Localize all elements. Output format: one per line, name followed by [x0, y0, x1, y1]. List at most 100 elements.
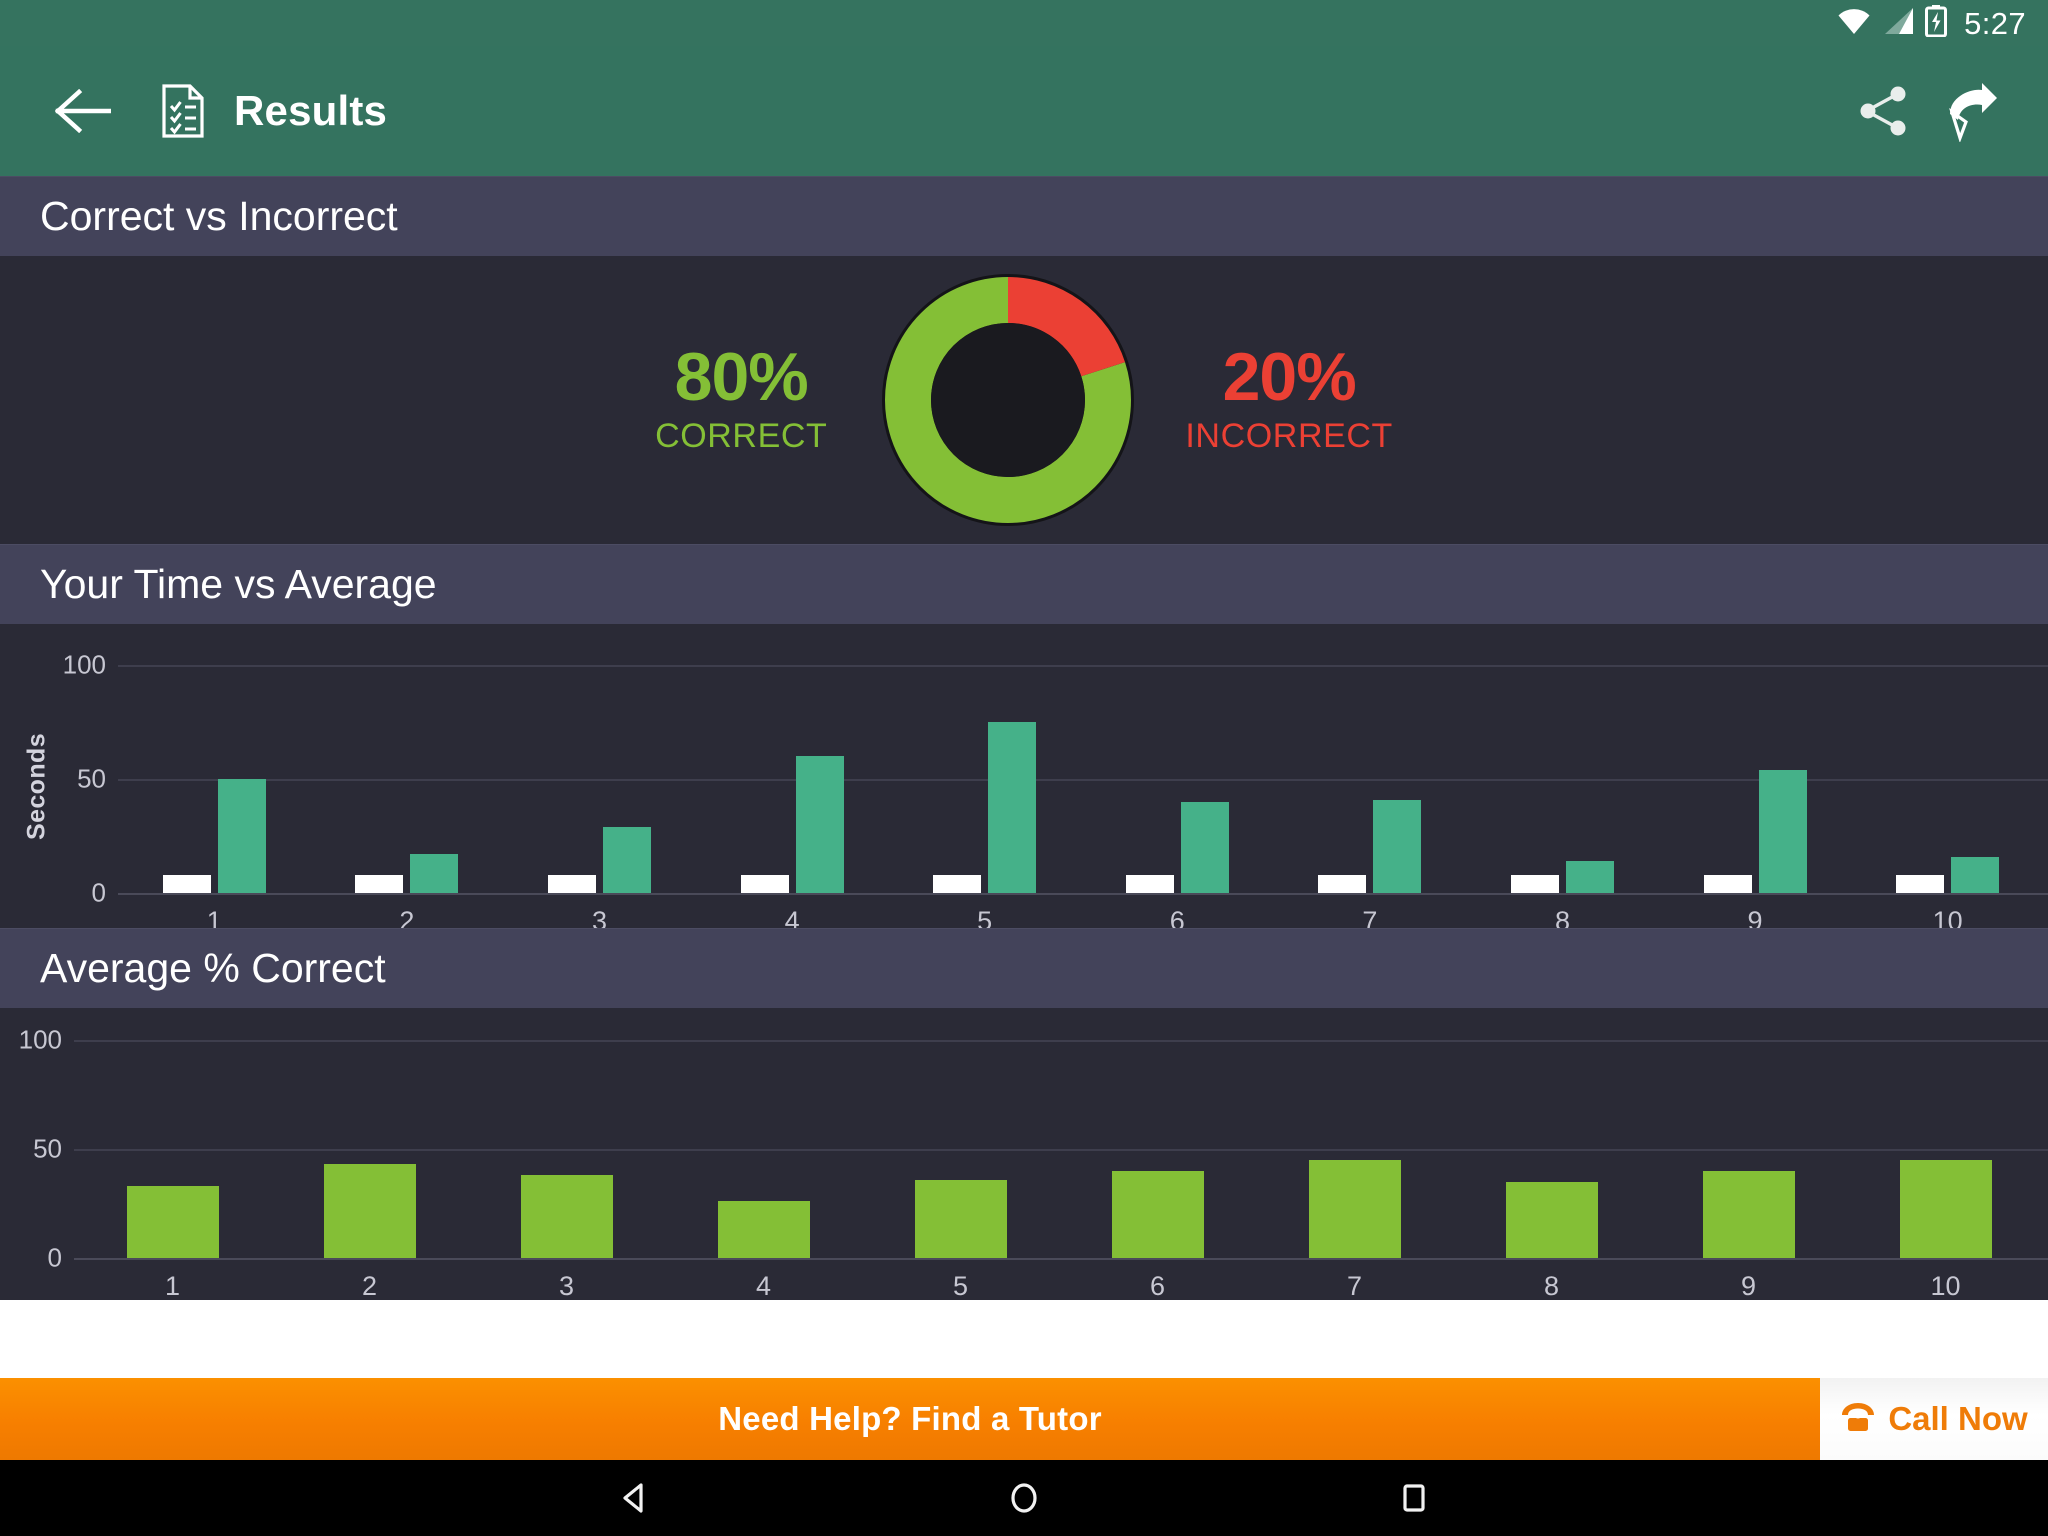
pct-x-axis-labels: 1 2 3 4 5 6 7 8 9 10: [74, 1271, 2044, 1302]
section-header-your-time-vs-average: Your Time vs Average: [0, 544, 2048, 624]
xlabel: 1: [164, 1271, 181, 1301]
app-bar: Results: [0, 46, 2048, 176]
pct-bar: [1505, 1181, 1598, 1258]
cell-signal-icon: [1882, 7, 1914, 40]
avg-bar: [1318, 874, 1367, 893]
bar-group-10: [1847, 1040, 2044, 1258]
battery-charging-icon: [1925, 4, 1948, 42]
pct-chart-plot: 100 50 0 1 2 3 4 5 6 7 8 9 10: [0, 1008, 2048, 1302]
incorrect-percent: 20%: [1222, 339, 1357, 415]
correct-label: CORRECT: [655, 417, 828, 455]
phone-icon: [1840, 1400, 1876, 1439]
section-title: Average % Correct: [40, 945, 386, 991]
xlabel: 9: [1740, 1271, 1757, 1301]
bar-group-8: [1453, 1040, 1650, 1258]
xlabel: 10: [1930, 1271, 1961, 1301]
bar-group-2: [311, 665, 504, 893]
pct-ytick-0: 0: [47, 1242, 62, 1273]
call-now-button[interactable]: Call Now: [1820, 1378, 2048, 1460]
average-pct-correct-chart: 100 50 0 1 2 3 4 5 6 7 8 9 10: [0, 1008, 2048, 1302]
app-root: 5:27 Results Correct vs Incorrect 80% CO…: [0, 0, 2048, 1536]
content-gap: [0, 1300, 2048, 1378]
time-ytick-50: 50: [77, 763, 106, 794]
avg-bar: [162, 874, 211, 893]
bar-group-3: [468, 1040, 665, 1258]
time-bar-group: [118, 665, 2044, 893]
pct-bar: [1308, 1159, 1401, 1258]
nav-home-icon[interactable]: [914, 1460, 1134, 1536]
incorrect-label: INCORRECT: [1185, 417, 1393, 455]
nav-recents-icon[interactable]: [1304, 1460, 1524, 1536]
pct-bar: [1111, 1170, 1204, 1258]
xlabel: 7: [1346, 1271, 1363, 1301]
your-bar: [1565, 861, 1614, 893]
avg-bar: [547, 874, 596, 893]
time-ytick-0: 0: [91, 877, 106, 908]
back-arrow-icon[interactable]: [52, 80, 114, 142]
pct-bar: [717, 1201, 810, 1258]
bar-group-8: [1466, 665, 1659, 893]
time-chart-plot: 100 50 0 Seconds 1 2 3 4 5 6 7 8 9 10: [0, 624, 2048, 936]
share-icon[interactable]: [1840, 68, 1926, 154]
your-time-vs-average-chart: 100 50 0 Seconds 1 2 3 4 5 6 7 8 9 10: [0, 624, 2048, 936]
pct-bar: [520, 1175, 613, 1258]
xlabel: 8: [1543, 1271, 1560, 1301]
bar-group-4: [665, 1040, 862, 1258]
document-checklist-icon: [158, 83, 208, 139]
pct-ytick-100: 100: [18, 1024, 62, 1055]
correct-percent: 80%: [674, 339, 809, 415]
xlabel: 6: [1149, 1271, 1166, 1301]
donut-graphic: [879, 271, 1137, 529]
status-time: 5:27: [1964, 5, 2026, 41]
your-bar: [988, 722, 1037, 893]
avg-bar: [355, 874, 404, 893]
bar-group-3: [503, 665, 696, 893]
xlabel: 4: [755, 1271, 772, 1301]
your-bar: [410, 854, 459, 893]
your-bar: [1951, 856, 2000, 893]
incorrect-stat: 20% INCORRECT: [1185, 341, 1393, 459]
bar-group-1: [74, 1040, 271, 1258]
bar-group-5: [862, 1040, 1059, 1258]
your-bar: [602, 826, 651, 893]
android-navigation-bar: [0, 1460, 2048, 1536]
your-bar: [1180, 801, 1229, 893]
bar-group-4: [696, 665, 889, 893]
avg-bar: [1510, 874, 1559, 893]
call-now-label: Call Now: [1888, 1400, 2028, 1437]
your-bar: [1373, 799, 1422, 893]
section-header-correct-vs-incorrect: Correct vs Incorrect: [0, 176, 2048, 256]
pct-bar: [914, 1179, 1007, 1258]
avg-bar: [933, 874, 982, 893]
avg-bar: [1703, 874, 1752, 893]
find-tutor-banner-body[interactable]: Need Help? Find a Tutor: [0, 1378, 1820, 1460]
nav-back-icon[interactable]: [524, 1460, 744, 1536]
pct-bar: [1702, 1170, 1795, 1258]
your-bar: [795, 756, 844, 893]
bar-group-6: [1059, 1040, 1256, 1258]
bar-group-9: [1659, 665, 1852, 893]
pct-bar: [126, 1186, 219, 1258]
section-header-average-pct-correct: Average % Correct: [0, 928, 2048, 1008]
xlabel: 3: [558, 1271, 575, 1301]
xlabel: 5: [952, 1271, 969, 1301]
section-title: Correct vs Incorrect: [40, 193, 398, 239]
avg-bar: [1896, 874, 1945, 893]
bar-group-6: [1081, 665, 1274, 893]
pct-ytick-50: 50: [33, 1133, 62, 1164]
pct-bar-group: [74, 1040, 2044, 1258]
tutor-ad-banner[interactable]: Need Help? Find a Tutor Call Now: [0, 1378, 2048, 1460]
bar-group-2: [271, 1040, 468, 1258]
banner-text: Need Help? Find a Tutor: [718, 1400, 1102, 1437]
status-bar: 5:27: [0, 0, 2048, 46]
time-chart-ylabel: Seconds: [22, 733, 51, 840]
your-bar: [1758, 769, 1807, 893]
bar-group-10: [1851, 665, 2044, 893]
correct-stat: 80% CORRECT: [655, 341, 827, 459]
bar-group-5: [888, 665, 1081, 893]
avg-bar: [1125, 874, 1174, 893]
time-axis-zero: [118, 893, 2048, 895]
bar-group-9: [1650, 1040, 1847, 1258]
next-arrow-icon[interactable]: [1926, 68, 2012, 154]
section-title: Your Time vs Average: [40, 561, 437, 607]
